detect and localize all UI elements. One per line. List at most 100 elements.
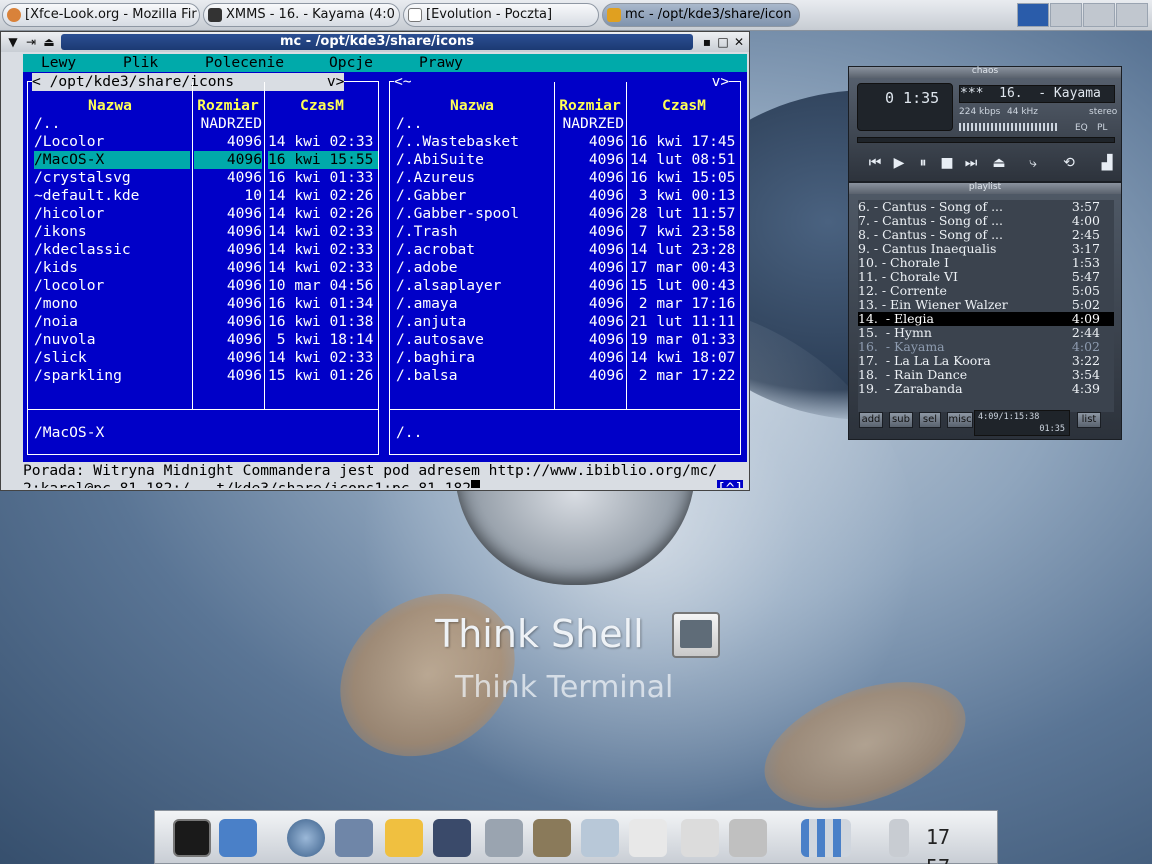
xmms-pl-button[interactable]: PL xyxy=(1097,123,1107,133)
playlist-item[interactable]: 8. - Cantus - Song of ... 2:45 xyxy=(858,228,1114,242)
workspace-1[interactable] xyxy=(1017,3,1049,27)
xmms-song-title[interactable]: *** 16. - Kayama xyxy=(959,85,1115,103)
workspace-2[interactable] xyxy=(1050,3,1082,27)
pause-icon[interactable]: ⏸ xyxy=(911,153,935,173)
mc-titlebar[interactable]: ▼ ⇥ ⏏ mc - /opt/kde3/share/icons ▪ □ ✕ xyxy=(1,32,749,52)
playlist-add-button[interactable]: add xyxy=(859,412,883,428)
maximize-icon[interactable]: □ xyxy=(715,34,731,50)
task-evolution[interactable]: [Evolution - Poczta] xyxy=(403,3,599,27)
left-panel[interactable]: < /opt/kde3/share/icons v> Nazwa Rozmiar… xyxy=(27,73,380,455)
editor-icon[interactable] xyxy=(629,819,667,857)
next-icon[interactable]: ⏭ xyxy=(959,153,983,173)
menu-command[interactable]: Polecenie xyxy=(205,54,284,72)
file-name[interactable]: /nuvola xyxy=(34,331,190,349)
file-name[interactable]: /hicolor xyxy=(34,205,190,223)
audio-icon[interactable] xyxy=(485,819,523,857)
workspace-4[interactable] xyxy=(1116,3,1148,27)
playlist-item[interactable]: 10. - Chorale I 1:53 xyxy=(858,256,1114,270)
menu-options[interactable]: Opcje xyxy=(329,54,373,72)
settings-icon[interactable] xyxy=(729,819,767,857)
playlist-sub-button[interactable]: sub xyxy=(889,412,913,428)
task-mc[interactable]: mc - /opt/kde3/share/icon xyxy=(602,3,800,27)
file-name[interactable]: /slick xyxy=(34,349,190,367)
close-icon[interactable]: ✕ xyxy=(731,34,747,50)
left-col-time[interactable]: CzasM xyxy=(264,97,380,115)
task-mozilla[interactable]: [Xfce-Look.org - Mozilla Fir xyxy=(2,3,200,27)
menu-file[interactable]: Plik xyxy=(123,54,158,72)
playlist-list-button[interactable]: list xyxy=(1077,412,1101,428)
menu-right[interactable]: Prawy xyxy=(419,54,463,72)
playlist-item[interactable]: 19. - Zarabanda 4:39 xyxy=(858,382,1114,396)
playlist-item[interactable]: 12. - Corrente 5:05 xyxy=(858,284,1114,298)
file-name[interactable]: /.alsaplayer xyxy=(396,277,552,295)
play-icon[interactable]: ▶ xyxy=(887,153,911,173)
file-name[interactable]: /kids xyxy=(34,259,190,277)
minimize-icon[interactable]: ▪ xyxy=(699,34,715,50)
playlist-item[interactable]: 7. - Cantus - Song of ... 4:00 xyxy=(858,214,1114,228)
file-name[interactable]: /.. xyxy=(34,115,190,133)
playlist-item[interactable]: 16. - Kayama 4:02 xyxy=(858,340,1114,354)
playlist[interactable]: 6. - Cantus - Song of ... 3:57 7. - Cantus… xyxy=(858,200,1114,412)
file-name[interactable]: /MacOS-X xyxy=(34,151,190,169)
file-manager-icon[interactable] xyxy=(219,819,257,857)
shade-icon[interactable]: ⏏ xyxy=(41,34,57,50)
terminal-icon[interactable] xyxy=(173,819,211,857)
file-name[interactable]: /.adobe xyxy=(396,259,552,277)
volume-slider[interactable] xyxy=(959,123,1059,131)
video-icon[interactable] xyxy=(433,819,471,857)
playlist-item[interactable]: 15. - Hymn 2:44 xyxy=(858,326,1114,340)
workspace-3[interactable] xyxy=(1083,3,1115,27)
right-col-time[interactable]: CzasM xyxy=(626,97,742,115)
repeat-icon[interactable]: ⟲ xyxy=(1057,153,1081,173)
calculator-icon[interactable] xyxy=(681,819,719,857)
left-panel-path[interactable]: < /opt/kde3/share/icons v> xyxy=(32,73,345,91)
file-name[interactable]: /noia xyxy=(34,313,190,331)
file-name[interactable]: /.Gabber-spool xyxy=(396,205,552,223)
playlist-item[interactable]: 9. - Cantus Inaequalis 3:17 xyxy=(858,242,1114,256)
cpu-monitor-icon[interactable] xyxy=(801,819,851,857)
mail-icon[interactable] xyxy=(335,819,373,857)
right-panel-path[interactable]: <~ v> xyxy=(394,73,730,91)
playlist-sel-button[interactable]: sel xyxy=(919,412,941,428)
file-name[interactable]: /kdeclassic xyxy=(34,241,190,259)
file-name[interactable]: /.amaya xyxy=(396,295,552,313)
file-name[interactable]: ~default.kde xyxy=(34,187,190,205)
file-name[interactable]: /.AbiSuite xyxy=(396,151,552,169)
left-col-name[interactable]: Nazwa xyxy=(28,97,192,115)
window-menu-icon[interactable]: ▼ xyxy=(5,34,21,50)
playlist-item[interactable]: 11. - Chorale VI 5:47 xyxy=(858,270,1114,284)
xmms-menu-icon[interactable]: ▟ xyxy=(1095,153,1119,173)
xmms-time[interactable]: 0 1:35 xyxy=(885,89,939,107)
playlist-item[interactable]: 6. - Cantus - Song of ... 3:57 xyxy=(858,200,1114,214)
file-name[interactable]: /locolor xyxy=(34,277,190,295)
task-xmms[interactable]: XMMS - 16. - Kayama (4:0 xyxy=(203,3,400,27)
power-icon[interactable] xyxy=(889,819,909,857)
file-name[interactable]: /.baghira xyxy=(396,349,552,367)
menu-left[interactable]: Lewy xyxy=(41,54,76,72)
gimp-icon[interactable] xyxy=(533,819,571,857)
file-name[interactable]: /ikons xyxy=(34,223,190,241)
playlist-item[interactable]: 17. - La La La Koora 3:22 xyxy=(858,354,1114,368)
seek-bar[interactable] xyxy=(857,137,1115,143)
file-name[interactable]: /.Azureus xyxy=(396,169,552,187)
previous-icon[interactable]: ⏮ xyxy=(863,153,887,173)
file-name[interactable]: /.anjuta xyxy=(396,313,552,331)
file-name[interactable]: /sparkling xyxy=(34,367,190,385)
shuffle-icon[interactable]: ⤷ xyxy=(1021,153,1045,173)
stick-icon[interactable]: ⇥ xyxy=(23,34,39,50)
right-col-size[interactable]: Rozmiar xyxy=(554,97,626,115)
file-name[interactable]: /.autosave xyxy=(396,331,552,349)
browser-icon[interactable] xyxy=(287,819,325,857)
file-name[interactable]: /..Wastebasket xyxy=(396,133,552,151)
file-name[interactable]: /Locolor xyxy=(34,133,190,151)
scroll-up-icon[interactable]: [^] xyxy=(717,480,743,488)
file-name[interactable]: /.balsa xyxy=(396,367,552,385)
file-name[interactable]: /crystalsvg xyxy=(34,169,190,187)
file-name[interactable]: /.acrobat xyxy=(396,241,552,259)
playlist-item[interactable]: 14. - Elegia 4:09 xyxy=(858,312,1114,326)
office-icon[interactable] xyxy=(385,819,423,857)
left-col-size[interactable]: Rozmiar xyxy=(192,97,264,115)
playlist-item[interactable]: 18. - Rain Dance 3:54 xyxy=(858,368,1114,382)
right-col-name[interactable]: Nazwa xyxy=(390,97,554,115)
file-name[interactable]: /mono xyxy=(34,295,190,313)
